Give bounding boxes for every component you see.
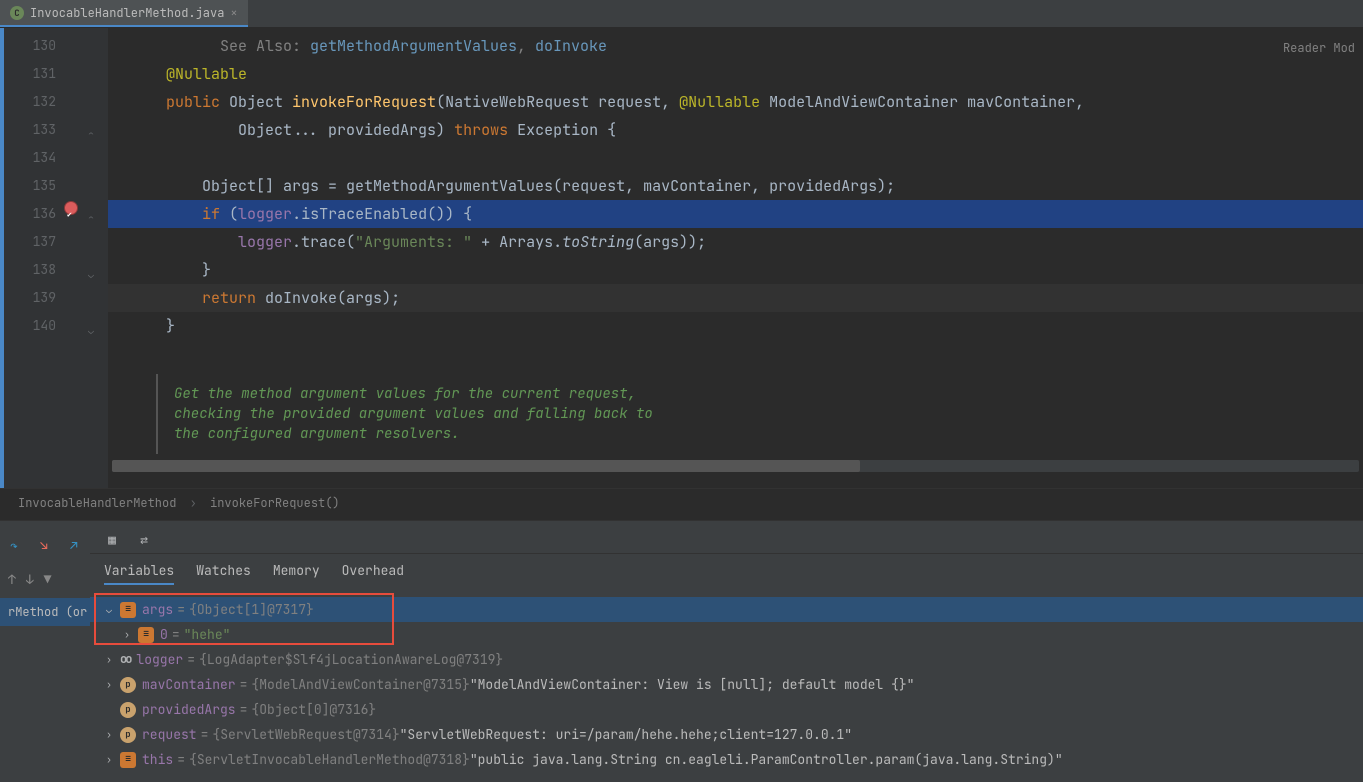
step-out-icon[interactable]: ↗	[66, 537, 82, 553]
code-line: public Object invokeForRequest(NativeWeb…	[108, 88, 1363, 116]
variables-tree: ⌄ args = {Object[1]@7317} › 0 = "hehe" ›…	[90, 593, 1363, 782]
debug-variables-pane: ▦ ⇄ Variables Watches Memory Overhead ⌄ …	[90, 521, 1363, 782]
step-into-icon[interactable]: ↘	[36, 537, 52, 553]
chevron-right-icon[interactable]: ›	[102, 722, 116, 747]
tab-memory[interactable]: Memory	[273, 562, 320, 585]
frame-next-icon[interactable]: ↓	[26, 571, 34, 588]
line-number: 140	[18, 312, 56, 340]
breadcrumb-method[interactable]: invokeForRequest()	[210, 495, 340, 511]
fold-end-icon[interactable]: ⌄	[88, 317, 94, 345]
line-number: 138	[18, 256, 56, 284]
tab-watches[interactable]: Watches	[196, 562, 251, 585]
code-line	[108, 144, 1363, 172]
line-number: 136	[18, 200, 56, 228]
line-number: 130	[18, 32, 56, 60]
debug-step-toolbar: ↷ ↘ ↗	[0, 533, 90, 563]
code-line: See Also: getMethodArgumentValues, doInv…	[108, 32, 1363, 60]
horizontal-scrollbar[interactable]	[112, 460, 1359, 472]
breakpoint-icon[interactable]	[64, 201, 78, 215]
javadoc-inline: Get the method argument values for the c…	[156, 374, 756, 454]
variable-row[interactable]: › oo logger = {LogAdapter$Slf4jLocationA…	[90, 647, 1363, 672]
java-class-icon: C	[10, 6, 24, 20]
variable-row[interactable]: ⌄ args = {Object[1]@7317}	[90, 597, 1363, 622]
breadcrumb-class[interactable]: InvocableHandlerMethod	[18, 495, 176, 511]
debug-panel: ↷ ↘ ↗ ↑ ↓ ▼ rMethod (or ▦ ⇄ Variables Wa…	[0, 520, 1363, 782]
tab-filename: InvocableHandlerMethod.java	[30, 5, 224, 21]
chevron-down-icon[interactable]: ⌄	[102, 597, 116, 622]
variable-row[interactable]: › p request = {ServletWebRequest@7314} "…	[90, 722, 1363, 747]
fold-end-icon[interactable]: ⌄	[88, 261, 94, 289]
variable-row[interactable]: › p mavContainer = {ModelAndViewContaine…	[90, 672, 1363, 697]
line-number-gutter: 130 131 132 133 134 135 136 137 138 139 …	[18, 28, 62, 488]
variable-row[interactable]: › this = {ServletInvocableHandlerMethod@…	[90, 747, 1363, 772]
line-number: 134	[18, 144, 56, 172]
chevron-right-icon[interactable]: ›	[102, 647, 116, 672]
line-number: 131	[18, 60, 56, 88]
parameter-icon: p	[120, 727, 136, 743]
reader-mode-label[interactable]: Reader Mod	[1283, 34, 1355, 62]
code-line: Object... providedArgs) throws Exception…	[108, 116, 1363, 144]
editor-tab-active[interactable]: C InvocableHandlerMethod.java ×	[0, 0, 248, 27]
left-margin	[4, 28, 18, 488]
breakpoint-gutter[interactable]	[62, 28, 82, 488]
debug-toolbar: ▦ ⇄	[90, 521, 1363, 554]
fold-gutter: ⌃ ⌃ ⌄ ⌄	[82, 28, 108, 488]
variable-row[interactable]: › 0 = "hehe"	[90, 622, 1363, 647]
line-number: 135	[18, 172, 56, 200]
line-number: 133	[18, 116, 56, 144]
chevron-right-icon[interactable]: ›	[102, 747, 116, 772]
debug-tabs: Variables Watches Memory Overhead	[90, 554, 1363, 593]
chevron-right-icon[interactable]: ›	[102, 672, 116, 697]
code-line	[108, 340, 1363, 368]
chevron-right-icon: ›	[190, 495, 197, 511]
variable-row[interactable]: › p providedArgs = {Object[0]@7316}	[90, 697, 1363, 722]
object-icon	[120, 752, 136, 768]
frame-prev-icon[interactable]: ↑	[8, 571, 16, 588]
code-area[interactable]: Reader Mod See Also: getMethodArgumentVa…	[108, 28, 1363, 488]
settings-icon[interactable]: ⇄	[136, 531, 152, 547]
step-over-icon[interactable]: ↷	[6, 537, 22, 553]
filter-icon[interactable]: ▼	[44, 571, 52, 588]
object-icon: oo	[120, 647, 130, 672]
parameter-icon: p	[120, 677, 136, 693]
editor-tab-bar: C InvocableHandlerMethod.java ×	[0, 0, 1363, 28]
chevron-right-icon[interactable]: ›	[120, 622, 134, 647]
code-line: }	[108, 256, 1363, 284]
frame-nav-controls: ↑ ↓ ▼	[0, 567, 90, 592]
code-line-current: return doInvoke(args);	[108, 284, 1363, 312]
code-line: @Nullable	[108, 60, 1363, 88]
code-line: logger.trace("Arguments: " + Arrays.toSt…	[108, 228, 1363, 256]
code-editor: 130 131 132 133 134 135 136 137 138 139 …	[0, 28, 1363, 488]
code-line: }	[108, 312, 1363, 340]
debug-frames-column: ↷ ↘ ↗ ↑ ↓ ▼ rMethod (or	[0, 521, 90, 782]
tab-overhead[interactable]: Overhead	[342, 562, 404, 585]
fold-icon[interactable]: ⌃	[88, 121, 94, 149]
fold-icon[interactable]: ⌃	[88, 205, 94, 233]
array-index-icon	[138, 627, 154, 643]
layout-icon[interactable]: ▦	[104, 531, 120, 547]
code-line: Object[] args = getMethodArgumentValues(…	[108, 172, 1363, 200]
tab-variables[interactable]: Variables	[104, 562, 174, 585]
frames-area: ↑ ↓ ▼ rMethod (or	[0, 563, 90, 626]
close-icon[interactable]: ×	[230, 5, 237, 21]
line-number: 132	[18, 88, 56, 116]
line-number: 137	[18, 228, 56, 256]
array-icon	[120, 602, 136, 618]
line-number: 139	[18, 284, 56, 312]
parameter-icon: p	[120, 702, 136, 718]
code-line-breakpoint: if (logger.isTraceEnabled()) {	[108, 200, 1363, 228]
stack-frame-selected[interactable]: rMethod (or	[0, 598, 90, 626]
breadcrumb[interactable]: InvocableHandlerMethod › invokeForReques…	[0, 488, 1363, 517]
